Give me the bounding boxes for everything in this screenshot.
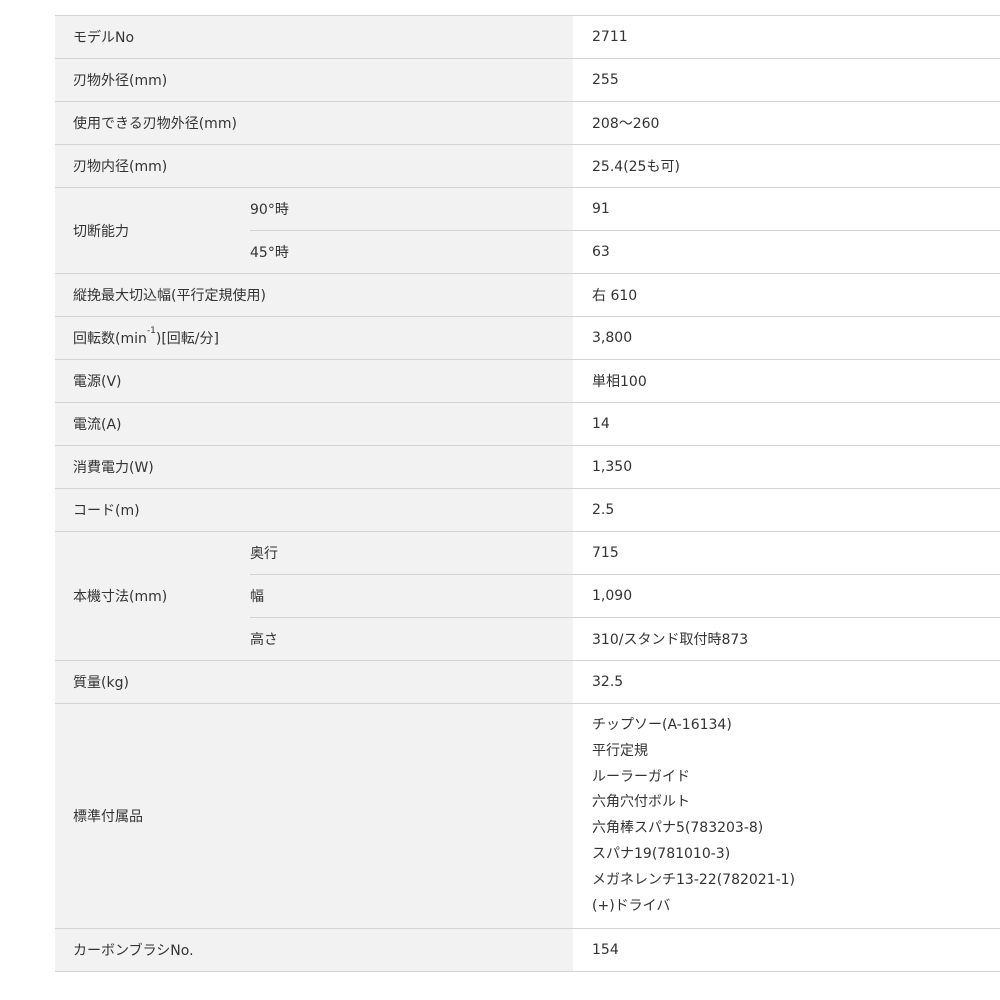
spec-sublabel: 90°時	[250, 187, 574, 231]
accessory-item: メガネレンチ13-22(782021-1)	[592, 871, 796, 888]
spec-row-cutting-90: 切断能力 90°時 91	[55, 187, 1000, 274]
spec-row-power-source: 電源(V) 単相100	[55, 359, 1000, 403]
spec-value: 2.5	[573, 488, 1000, 532]
accessory-item: スパナ19(781010-3)	[592, 845, 731, 862]
spec-sublabel: 高さ	[250, 617, 574, 661]
spec-label: コード(m)	[55, 488, 574, 532]
spec-label: 刃物内径(mm)	[55, 144, 574, 188]
spec-label: 刃物外径(mm)	[55, 58, 574, 102]
spec-label: 電流(A)	[55, 402, 574, 446]
accessory-item: ルーラーガイド	[592, 768, 691, 785]
spec-value: 32.5	[573, 660, 1000, 704]
spec-value: 208〜260	[573, 101, 1000, 145]
spec-value: 3,800	[573, 316, 1000, 360]
spec-value: 2711	[573, 15, 1000, 59]
spec-row-blade-usable: 使用できる刃物外径(mm) 208〜260	[55, 101, 1000, 145]
accessory-item: 六角棒スパナ5(783203-8)	[592, 820, 764, 837]
spec-label-rpm: 回転数(min-1)[回転/分]	[55, 316, 574, 360]
spec-label: 使用できる刃物外径(mm)	[55, 101, 574, 145]
spec-row-carbon-brush: カーボンブラシNo. 154	[55, 928, 1000, 973]
spec-value: 1,090	[573, 574, 1000, 618]
spec-row-blade-inner: 刃物内径(mm) 25.4(25も可)	[55, 144, 1000, 188]
spec-value: 154	[573, 928, 1000, 973]
spec-sublabel: 45°時	[250, 230, 574, 274]
spec-sublabel: 奥行	[250, 531, 574, 575]
spec-value: 右 610	[573, 273, 1000, 317]
spec-label: 質量(kg)	[55, 660, 574, 704]
spec-row-blade-outer: 刃物外径(mm) 255	[55, 58, 1000, 102]
spec-label: 電源(V)	[55, 359, 574, 403]
accessory-item: チップソー(A-16134)	[592, 717, 732, 733]
spec-value: 単相100	[573, 359, 1000, 403]
accessory-item: (+)ドライバ	[592, 897, 671, 914]
spec-label-dimensions: 本機寸法(mm)	[55, 531, 250, 661]
accessory-item: 六角穴付ボルト	[592, 794, 691, 811]
spec-value: 310/スタンド取付時873	[573, 617, 1000, 661]
spec-row-weight: 質量(kg) 32.5	[55, 660, 1000, 704]
spec-label-cutting: 切断能力	[55, 187, 250, 274]
spec-label: カーボンブラシNo.	[55, 928, 574, 973]
spec-value: 25.4(25も可)	[573, 144, 1000, 188]
spec-value: 63	[573, 230, 1000, 274]
accessory-item: 平行定規	[592, 742, 649, 759]
spec-table: モデルNo 2711 刃物外径(mm) 255 使用できる刃物外径(mm) 20…	[55, 15, 1000, 973]
spec-value: 1,350	[573, 445, 1000, 489]
spec-sublabel: 幅	[250, 574, 574, 618]
rpm-label-suffix: )[回転/分]	[155, 331, 219, 347]
spec-row-current: 電流(A) 14	[55, 402, 1000, 446]
accessories-list: チップソー(A-16134) 平行定規 ルーラーガイド 六角穴付ボルト 六角棒ス…	[573, 702, 1000, 929]
spec-row-accessories: 標準付属品 チップソー(A-16134) 平行定規 ルーラーガイド 六角穴付ボル…	[55, 702, 1000, 929]
spec-row-cord: コード(m) 2.5	[55, 488, 1000, 532]
spec-value: 14	[573, 402, 1000, 446]
spec-label: モデルNo	[55, 15, 574, 59]
spec-value: 715	[573, 531, 1000, 575]
spec-label-accessories: 標準付属品	[55, 702, 574, 929]
spec-row-model: モデルNo 2711	[55, 15, 1000, 59]
spec-value: 91	[573, 187, 1000, 231]
spec-value: 255	[573, 58, 1000, 102]
rpm-label-prefix: 回転数(min	[73, 331, 147, 347]
spec-label: 消費電力(W)	[55, 445, 574, 489]
rpm-label-superscript: -1	[146, 326, 156, 336]
spec-row-rpm: 回転数(min-1)[回転/分] 3,800	[55, 316, 1000, 360]
spec-row-power-consumption: 消費電力(W) 1,350	[55, 445, 1000, 489]
spec-row-dimensions-depth: 本機寸法(mm) 奥行 715	[55, 531, 1000, 661]
spec-row-rip: 縦挽最大切込幅(平行定規使用) 右 610	[55, 273, 1000, 317]
spec-label: 縦挽最大切込幅(平行定規使用)	[55, 273, 574, 317]
